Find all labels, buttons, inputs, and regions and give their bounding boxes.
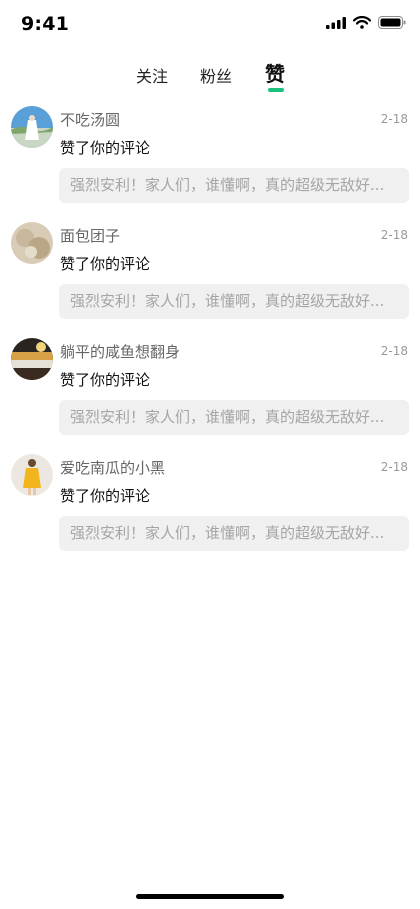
avatar[interactable] [11, 222, 53, 264]
user-name[interactable]: 面包团子 [60, 225, 120, 246]
item-date: 2-18 [380, 460, 408, 474]
item-date: 2-18 [380, 344, 408, 358]
tab-likes[interactable]: 赞 [265, 58, 285, 87]
quoted-comment[interactable]: 强烈安利！家人们，谁懂啊，真的超级无敌好... [59, 284, 409, 319]
battery-icon [378, 16, 406, 29]
active-tab-indicator [268, 88, 284, 92]
quoted-comment[interactable]: 强烈安利！家人们，谁懂啊，真的超级无敌好... [59, 516, 409, 551]
user-name[interactable]: 不吃汤圆 [60, 109, 120, 130]
tab-bar: 关注 粉丝 赞 [0, 56, 420, 96]
avatar[interactable] [11, 106, 53, 148]
tab-fans[interactable]: 粉丝 [200, 63, 232, 87]
list-item[interactable]: 爱吃南瓜的小黑 2-18 赞了你的评论 强烈安利！家人们，谁懂啊，真的超级无敌好… [0, 452, 420, 568]
item-date: 2-18 [380, 112, 408, 126]
avatar[interactable] [11, 338, 53, 380]
quoted-comment[interactable]: 强烈安利！家人们，谁懂啊，真的超级无敌好... [59, 168, 409, 203]
action-text: 赞了你的评论 [60, 371, 151, 389]
user-name[interactable]: 躺平的咸鱼想翻身 [60, 341, 180, 362]
likes-list: 不吃汤圆 2-18 赞了你的评论 强烈安利！家人们，谁懂啊，真的超级无敌好...… [0, 104, 420, 568]
status-icons [326, 16, 406, 29]
list-item[interactable]: 躺平的咸鱼想翻身 2-18 赞了你的评论 强烈安利！家人们，谁懂啊，真的超级无敌… [0, 336, 420, 452]
cellular-signal-icon [326, 16, 346, 29]
quoted-comment[interactable]: 强烈安利！家人们，谁懂啊，真的超级无敌好... [59, 400, 409, 435]
list-item[interactable]: 不吃汤圆 2-18 赞了你的评论 强烈安利！家人们，谁懂啊，真的超级无敌好... [0, 104, 420, 220]
wifi-icon [353, 16, 371, 29]
tab-following[interactable]: 关注 [136, 63, 168, 87]
action-text: 赞了你的评论 [60, 487, 151, 505]
home-indicator[interactable] [136, 894, 284, 899]
status-bar: 9:41 [0, 0, 420, 50]
item-date: 2-18 [380, 228, 408, 242]
status-time: 9:41 [21, 13, 70, 35]
avatar[interactable] [11, 454, 53, 496]
list-item[interactable]: 面包团子 2-18 赞了你的评论 强烈安利！家人们，谁懂啊，真的超级无敌好... [0, 220, 420, 336]
user-name[interactable]: 爱吃南瓜的小黑 [60, 457, 165, 478]
action-text: 赞了你的评论 [60, 255, 151, 273]
action-text: 赞了你的评论 [60, 139, 151, 157]
